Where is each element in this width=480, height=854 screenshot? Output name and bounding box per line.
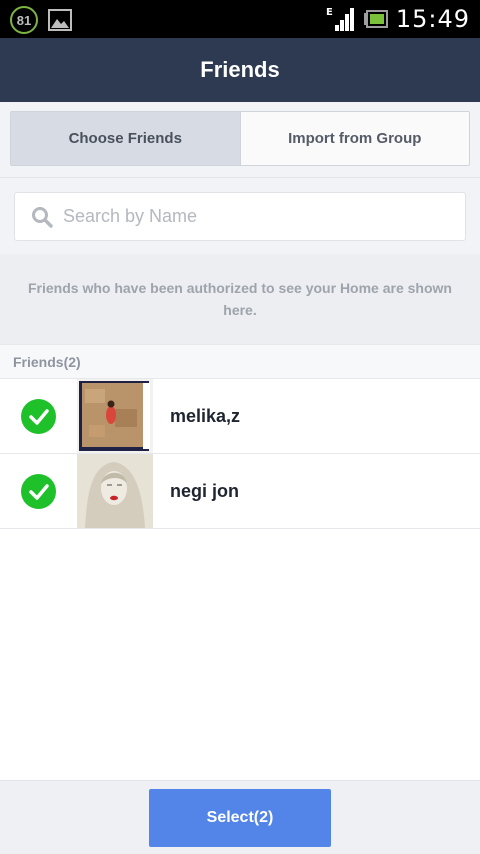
network-type-text: E bbox=[326, 7, 333, 18]
battery-badge-text: 81 bbox=[16, 12, 32, 28]
title-bar: Friends bbox=[0, 38, 480, 102]
friend-name: negi jon bbox=[170, 480, 239, 501]
search-icon bbox=[32, 206, 53, 228]
status-bar: 81 E 15:49 bbox=[0, 0, 480, 38]
page-title: Friends bbox=[200, 57, 280, 82]
battery-saver-icon: 81 bbox=[10, 6, 38, 34]
friend-name: melika,z bbox=[170, 405, 241, 426]
signal-icon: E bbox=[326, 7, 354, 31]
tab-choose-friends[interactable]: Choose Friends bbox=[11, 112, 241, 165]
checkmark-icon[interactable] bbox=[21, 474, 56, 509]
status-right: E 15:49 bbox=[326, 0, 470, 38]
friend-row[interactable]: negi jon bbox=[0, 454, 480, 529]
checkmark-icon[interactable] bbox=[21, 399, 56, 434]
battery-icon bbox=[363, 10, 388, 28]
tabs-area: Choose Friends Import from Group bbox=[0, 102, 480, 178]
segmented-tabs: Choose Friends Import from Group bbox=[10, 111, 470, 166]
notice-text: Friends who have been authorized to see … bbox=[28, 280, 452, 318]
search-box[interactable] bbox=[14, 192, 466, 241]
search-area bbox=[0, 178, 480, 254]
search-input[interactable] bbox=[63, 206, 443, 227]
section-label: Friends(2) bbox=[13, 353, 81, 370]
status-left: 81 bbox=[10, 6, 72, 34]
bottom-bar: Select(2) bbox=[0, 780, 480, 854]
notice-area: Friends who have been authorized to see … bbox=[0, 254, 480, 344]
tab-import-from-group[interactable]: Import from Group bbox=[240, 112, 469, 165]
select-button[interactable]: Select(2) bbox=[149, 789, 331, 847]
clock: 15:49 bbox=[395, 5, 470, 33]
gallery-icon bbox=[48, 9, 72, 31]
avatar bbox=[77, 454, 153, 528]
section-header: Friends(2) bbox=[0, 344, 480, 379]
avatar bbox=[77, 379, 153, 453]
friend-row[interactable]: melika,z bbox=[0, 379, 480, 454]
